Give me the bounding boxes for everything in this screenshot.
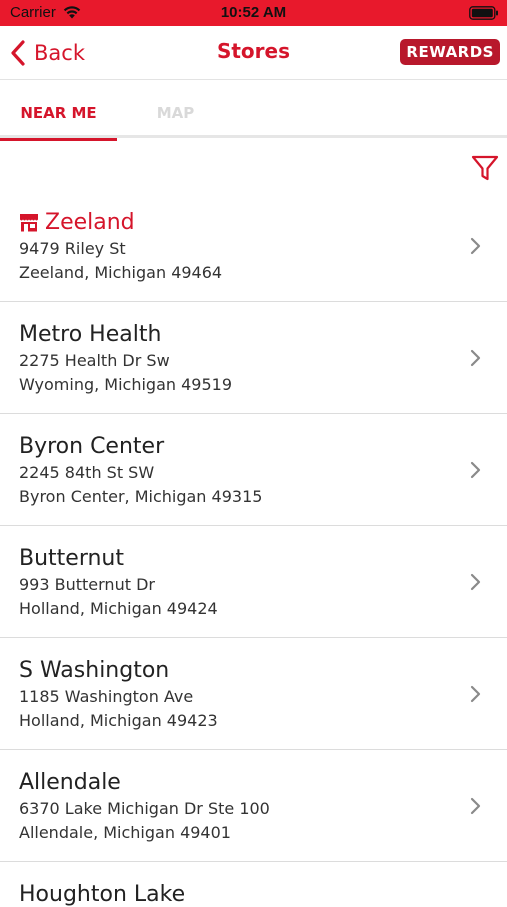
store-address-line2: Zeeland, Michigan 49464 xyxy=(19,263,223,282)
store-list: Zeeland 9479 Riley St Zeeland, Michigan … xyxy=(0,190,507,907)
chevron-right-icon xyxy=(470,797,481,815)
store-icon xyxy=(20,214,38,232)
store-address-line2: Holland, Michigan 49424 xyxy=(19,599,218,618)
chevron-right-icon xyxy=(470,573,481,591)
chevron-right-icon xyxy=(470,349,481,367)
store-row-butternut[interactable]: Butternut 993 Butternut Dr Holland, Mich… xyxy=(0,526,507,638)
chevron-right-icon xyxy=(470,237,481,255)
store-name: S Washington xyxy=(19,658,170,683)
tab-near-me[interactable]: NEAR ME xyxy=(0,80,117,141)
store-name: Metro Health xyxy=(19,322,162,347)
store-row-zeeland[interactable]: Zeeland 9479 Riley St Zeeland, Michigan … xyxy=(0,190,507,302)
store-address-line1: 1185 Washington Ave xyxy=(19,687,194,706)
store-address-line2: Allendale, Michigan 49401 xyxy=(19,823,231,842)
status-bar: Carrier 10:52 AM xyxy=(0,0,507,26)
store-address-line2: Byron Center, Michigan 49315 xyxy=(19,487,263,506)
store-name: Allendale xyxy=(19,770,121,795)
store-address-line1: 993 Butternut Dr xyxy=(19,575,155,594)
store-row-allendale[interactable]: Allendale 6370 Lake Michigan Dr Ste 100 … xyxy=(0,750,507,862)
tab-bar: NEAR ME MAP xyxy=(0,80,507,141)
tab-map[interactable]: MAP xyxy=(117,80,234,138)
filter-icon[interactable] xyxy=(471,154,499,182)
store-name: Houghton Lake xyxy=(19,882,186,907)
chevron-right-icon xyxy=(470,685,481,703)
store-address-line1: 2275 Health Dr Sw xyxy=(19,351,170,370)
battery-icon xyxy=(469,6,498,20)
store-address-line2: Holland, Michigan 49423 xyxy=(19,711,218,730)
chevron-right-icon xyxy=(470,461,481,479)
nav-bar: Back Stores REWARDS xyxy=(0,26,507,80)
store-name: Byron Center xyxy=(19,434,165,459)
store-row-houghton-lake[interactable]: Houghton Lake xyxy=(0,862,507,907)
store-address-line1: 9479 Riley St xyxy=(19,239,126,258)
store-address-line1: 6370 Lake Michigan Dr Ste 100 xyxy=(19,799,270,818)
rewards-button[interactable]: REWARDS xyxy=(400,39,500,65)
store-row-byron-center[interactable]: Byron Center 2245 84th St SW Byron Cente… xyxy=(0,414,507,526)
store-name: Butternut xyxy=(19,546,124,571)
store-address-line1: 2245 84th St SW xyxy=(19,463,155,482)
store-address-line2: Wyoming, Michigan 49519 xyxy=(19,375,233,394)
status-time: 10:52 AM xyxy=(220,4,287,21)
store-row-s-washington[interactable]: S Washington 1185 Washington Ave Holland… xyxy=(0,638,507,750)
store-row-metro-health[interactable]: Metro Health 2275 Health Dr Sw Wyoming, … xyxy=(0,302,507,414)
store-name: Zeeland xyxy=(45,210,135,235)
